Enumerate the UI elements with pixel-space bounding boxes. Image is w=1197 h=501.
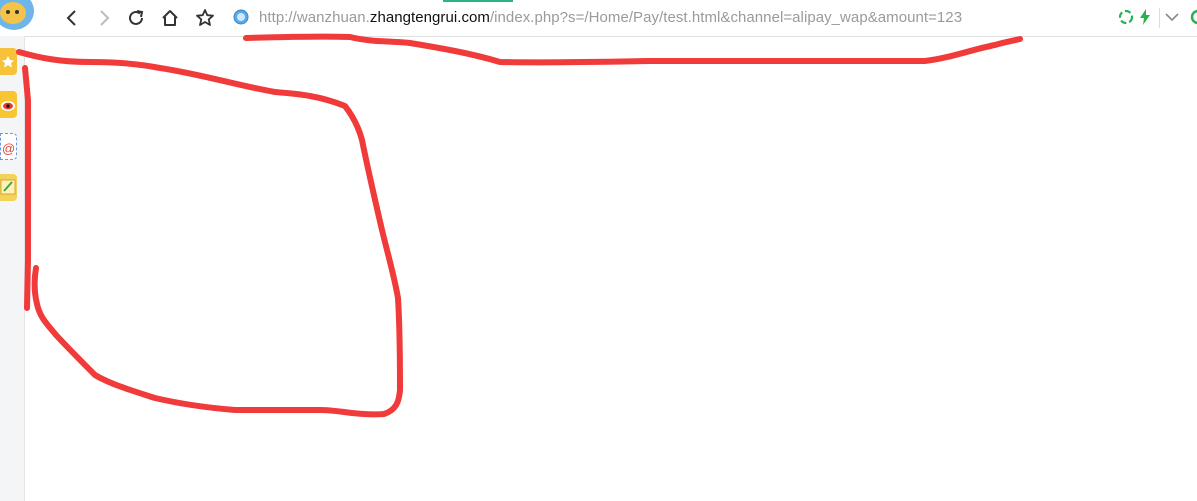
red-annotation-drawing <box>16 33 1023 418</box>
